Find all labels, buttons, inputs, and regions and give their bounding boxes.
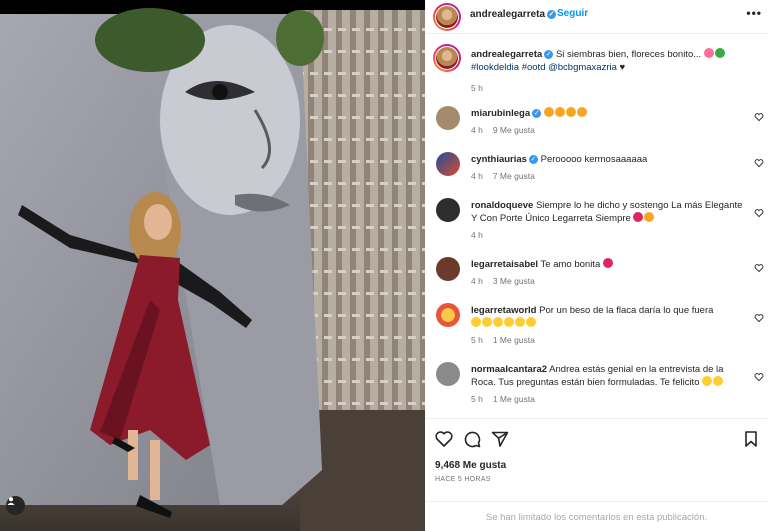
kiss-emoji-icon bbox=[504, 317, 514, 327]
comment-meta: 4 h bbox=[471, 230, 493, 240]
photo-illustration bbox=[0, 8, 425, 531]
red-heart-emoji-icon bbox=[602, 258, 613, 268]
comment-likes[interactable]: 1 Me gusta bbox=[493, 394, 535, 404]
comment-text: legarretaisabel Te amo bonita bbox=[471, 258, 743, 271]
comment-avatar[interactable] bbox=[436, 303, 460, 327]
clap-emoji-icon bbox=[702, 376, 713, 386]
comment-time: 5 h bbox=[471, 394, 483, 404]
post-photo[interactable] bbox=[0, 0, 425, 531]
comment-avatar[interactable] bbox=[436, 257, 460, 281]
clover-emoji-icon bbox=[714, 48, 725, 58]
comment-text: cynthiaurias ✓ Perooooo kermosaaaaaa bbox=[471, 153, 743, 166]
comment-time: 4 h bbox=[471, 276, 483, 286]
verified-badge-icon: ✓ bbox=[547, 9, 557, 19]
comment-row: normaalcantara2 Andrea estás genial en l… bbox=[425, 360, 768, 416]
comment-username[interactable]: legarretaworld bbox=[471, 305, 536, 316]
heart-icon[interactable] bbox=[754, 372, 764, 382]
comment-meta: 5 h 1 Me gusta bbox=[471, 335, 545, 345]
comment-row: cynthiaurias ✓ Perooooo kermosaaaaaa 4 h 7… bbox=[425, 150, 768, 194]
author-avatar[interactable] bbox=[433, 3, 461, 31]
caption-hashtags[interactable]: #lookdeldia #ootd @bcbgmaxazria bbox=[471, 62, 617, 73]
comment-time: 4 h bbox=[471, 125, 483, 135]
comment-body: Por un beso de la flaca daría lo que fue… bbox=[539, 305, 714, 316]
bookmark-icon[interactable] bbox=[741, 429, 761, 449]
more-options-icon[interactable]: ••• bbox=[746, 6, 762, 20]
comment-icon[interactable] bbox=[462, 429, 482, 449]
comment-row: miarubinlega ✓ 4 h 9 Me gusta bbox=[425, 104, 768, 148]
comment-username[interactable]: legarretaisabel bbox=[471, 259, 538, 270]
heart-eyes-emoji-icon bbox=[543, 107, 554, 117]
kiss-emoji-icon bbox=[493, 317, 503, 327]
kiss-emoji-icon bbox=[471, 317, 481, 327]
comment-text: normaalcantara2 Andrea estás genial en l… bbox=[471, 363, 743, 389]
caption-text: andrealegarreta ✓ Si siembras bien, flore… bbox=[471, 48, 743, 74]
caption-body: Si siembras bien, floreces bonito... bbox=[555, 49, 702, 60]
comment-likes[interactable]: 3 Me gusta bbox=[493, 276, 535, 286]
comment-username[interactable]: normaalcantara2 bbox=[471, 364, 547, 375]
caption-username[interactable]: andrealegarreta bbox=[471, 49, 542, 60]
heart-emoji-icon: ♥ bbox=[619, 62, 626, 73]
kiss-emoji-icon bbox=[515, 317, 525, 327]
comment-body: Te amo bonita bbox=[540, 259, 601, 270]
share-icon[interactable] bbox=[490, 429, 510, 449]
caption-row: andrealegarreta ✓ Si siembras bien, flore… bbox=[425, 42, 768, 94]
comment-time: 4 h bbox=[471, 171, 483, 181]
heart-eyes-emoji-icon bbox=[576, 107, 587, 117]
comment-avatar[interactable] bbox=[436, 152, 460, 176]
clap-emoji-icon bbox=[713, 376, 724, 386]
red-heart-emoji-icon bbox=[633, 212, 644, 222]
heart-icon[interactable] bbox=[754, 208, 764, 218]
heart-icon[interactable] bbox=[754, 313, 764, 323]
comment-avatar[interactable] bbox=[436, 106, 460, 130]
verified-badge-icon: ✓ bbox=[532, 108, 542, 118]
comment-body: Perooooo kermosaaaaaa bbox=[540, 154, 648, 165]
post-actions: 9,468 Me gusta HACE 5 HORAS Se han limit… bbox=[425, 418, 768, 531]
heart-icon[interactable] bbox=[434, 429, 454, 449]
heart-eyes-emoji-icon bbox=[644, 212, 655, 222]
comment-avatar[interactable] bbox=[436, 198, 460, 222]
heart-icon[interactable] bbox=[754, 158, 764, 168]
heart-icon[interactable] bbox=[754, 263, 764, 273]
comment-likes[interactable]: 1 Me gusta bbox=[493, 335, 535, 345]
verified-badge-icon: ✓ bbox=[528, 154, 538, 164]
caption-time: 5 h bbox=[471, 83, 483, 93]
follow-button[interactable]: Seguir bbox=[557, 8, 588, 19]
flower-emoji-icon bbox=[703, 48, 714, 58]
kiss-emoji-icon bbox=[526, 317, 536, 327]
post-header: andrealegarreta ✓ Seguir ••• bbox=[425, 0, 768, 34]
comment-time: 4 h bbox=[471, 230, 483, 240]
author-username-text[interactable]: andrealegarreta bbox=[470, 9, 545, 20]
heart-eyes-emoji-icon bbox=[565, 107, 576, 117]
comment-meta: 4 h 7 Me gusta bbox=[471, 171, 545, 181]
comment-text: miarubinlega ✓ bbox=[471, 107, 743, 120]
comments-panel: andrealegarreta ✓ Seguir ••• andrealegarr… bbox=[425, 0, 768, 531]
comment-row: legarretaisabel Te amo bonita 4 h 3 Me gu… bbox=[425, 255, 768, 299]
caption-avatar[interactable] bbox=[433, 44, 461, 72]
post-timestamp: HACE 5 HORAS bbox=[435, 476, 491, 483]
comments-limited-notice: Se han limitado los comentarios en esta … bbox=[425, 501, 768, 531]
comment-row: legarretaworld Por un beso de la flaca d… bbox=[425, 301, 768, 357]
comment-text: legarretaworld Por un beso de la flaca d… bbox=[471, 304, 743, 330]
comment-username[interactable]: miarubinlega bbox=[471, 108, 530, 119]
heart-icon[interactable] bbox=[754, 112, 764, 122]
comment-likes[interactable]: 7 Me gusta bbox=[493, 171, 535, 181]
likes-count[interactable]: 9,468 Me gusta bbox=[435, 460, 506, 471]
comment-meta: 4 h 3 Me gusta bbox=[471, 276, 545, 286]
person-tag-icon[interactable] bbox=[6, 496, 25, 515]
comment-username[interactable]: cynthiaurias bbox=[471, 154, 527, 165]
comment-meta: 4 h 9 Me gusta bbox=[471, 125, 545, 135]
kiss-emoji-icon bbox=[482, 317, 492, 327]
comment-avatar[interactable] bbox=[436, 362, 460, 386]
heart-eyes-emoji-icon bbox=[554, 107, 565, 117]
comment-likes[interactable]: 9 Me gusta bbox=[493, 125, 535, 135]
comment-meta: 5 h 1 Me gusta bbox=[471, 394, 545, 404]
author-username[interactable]: andrealegarreta ✓ bbox=[470, 9, 557, 20]
comment-time: 5 h bbox=[471, 335, 483, 345]
comment-row: ronaldoqueve Siempre lo he dicho y soste… bbox=[425, 196, 768, 248]
instagram-post-window: andrealegarreta ✓ Seguir ••• andrealegarr… bbox=[0, 0, 768, 531]
comments-list[interactable]: andrealegarreta ✓ Si siembras bien, flore… bbox=[425, 38, 768, 418]
comment-text: ronaldoqueve Siempre lo he dicho y soste… bbox=[471, 199, 743, 225]
verified-badge-icon: ✓ bbox=[544, 49, 554, 59]
comment-username[interactable]: ronaldoqueve bbox=[471, 200, 533, 211]
